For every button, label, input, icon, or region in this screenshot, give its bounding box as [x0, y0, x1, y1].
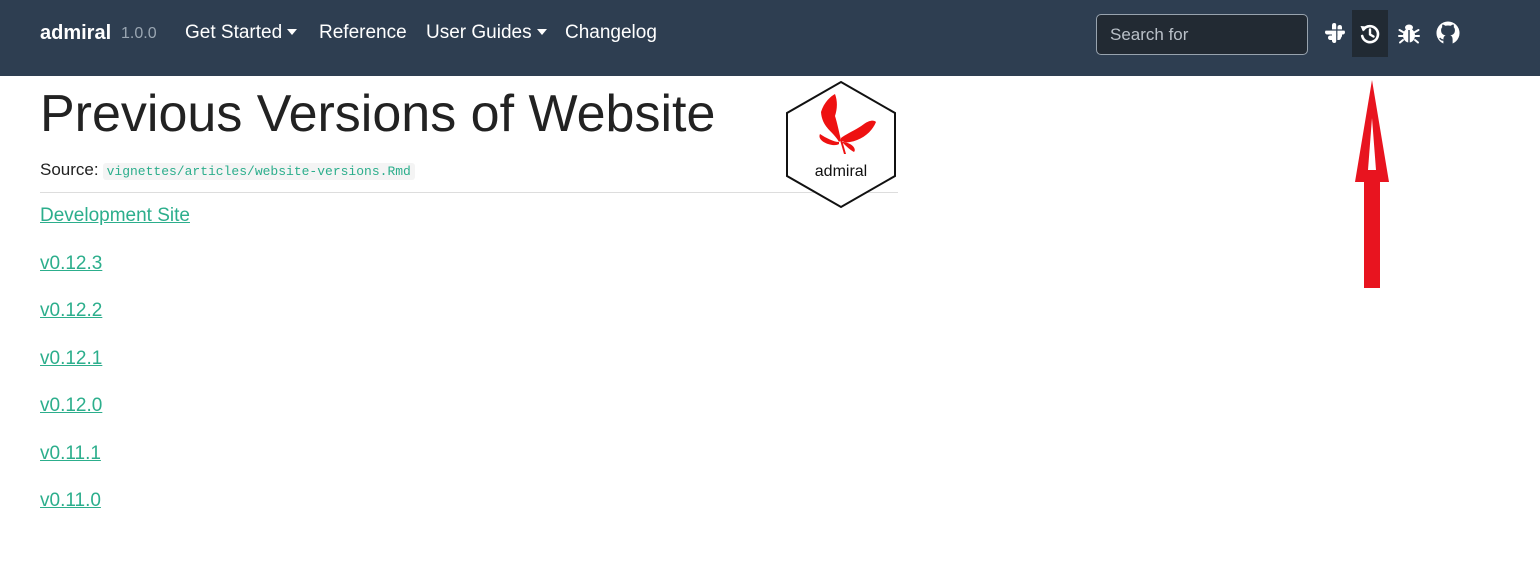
- nav-user-guides[interactable]: User Guides: [426, 22, 547, 44]
- source-label: Source:: [40, 160, 99, 179]
- page-title: Previous Versions of Website: [40, 85, 716, 143]
- top-navbar: admiral 1.0.0 Get Started Reference User…: [0, 0, 1540, 76]
- nav-get-started[interactable]: Get Started: [185, 22, 298, 44]
- search-input[interactable]: [1096, 14, 1308, 55]
- nav-reference-label: Reference: [319, 22, 407, 43]
- nav-changelog-label: Changelog: [565, 22, 657, 43]
- divider: [40, 192, 898, 193]
- version-badge: 1.0.0: [121, 25, 157, 42]
- link-version[interactable]: v0.12.1: [40, 348, 102, 370]
- nav-changelog[interactable]: Changelog: [565, 22, 657, 44]
- brand-link[interactable]: admiral: [40, 22, 111, 45]
- link-version[interactable]: v0.11.0: [40, 490, 101, 512]
- nav-reference[interactable]: Reference: [319, 22, 407, 44]
- source-line: Source: vignettes/articles/website-versio…: [40, 160, 415, 180]
- bug-icon[interactable]: [1397, 20, 1421, 46]
- link-version[interactable]: v0.12.0: [40, 395, 102, 417]
- logo-text: admiral: [815, 163, 867, 180]
- caret-down-icon: [536, 29, 547, 35]
- source-path-link[interactable]: vignettes/articles/website-versions.Rmd: [102, 163, 415, 180]
- slack-icon[interactable]: [1323, 20, 1347, 46]
- caret-down-icon: [287, 29, 298, 35]
- red-arrow-annotation: [1350, 78, 1394, 295]
- nav-get-started-label: Get Started: [185, 22, 283, 43]
- history-icon[interactable]: [1352, 10, 1388, 57]
- github-icon[interactable]: [1436, 20, 1460, 46]
- link-version[interactable]: v0.12.2: [40, 300, 102, 322]
- link-development-site[interactable]: Development Site: [40, 205, 190, 227]
- nav-user-guides-label: User Guides: [426, 22, 532, 43]
- link-version[interactable]: v0.11.1: [40, 443, 101, 465]
- admiral-hex-logo: admiral: [784, 80, 898, 215]
- link-version[interactable]: v0.12.3: [40, 253, 102, 275]
